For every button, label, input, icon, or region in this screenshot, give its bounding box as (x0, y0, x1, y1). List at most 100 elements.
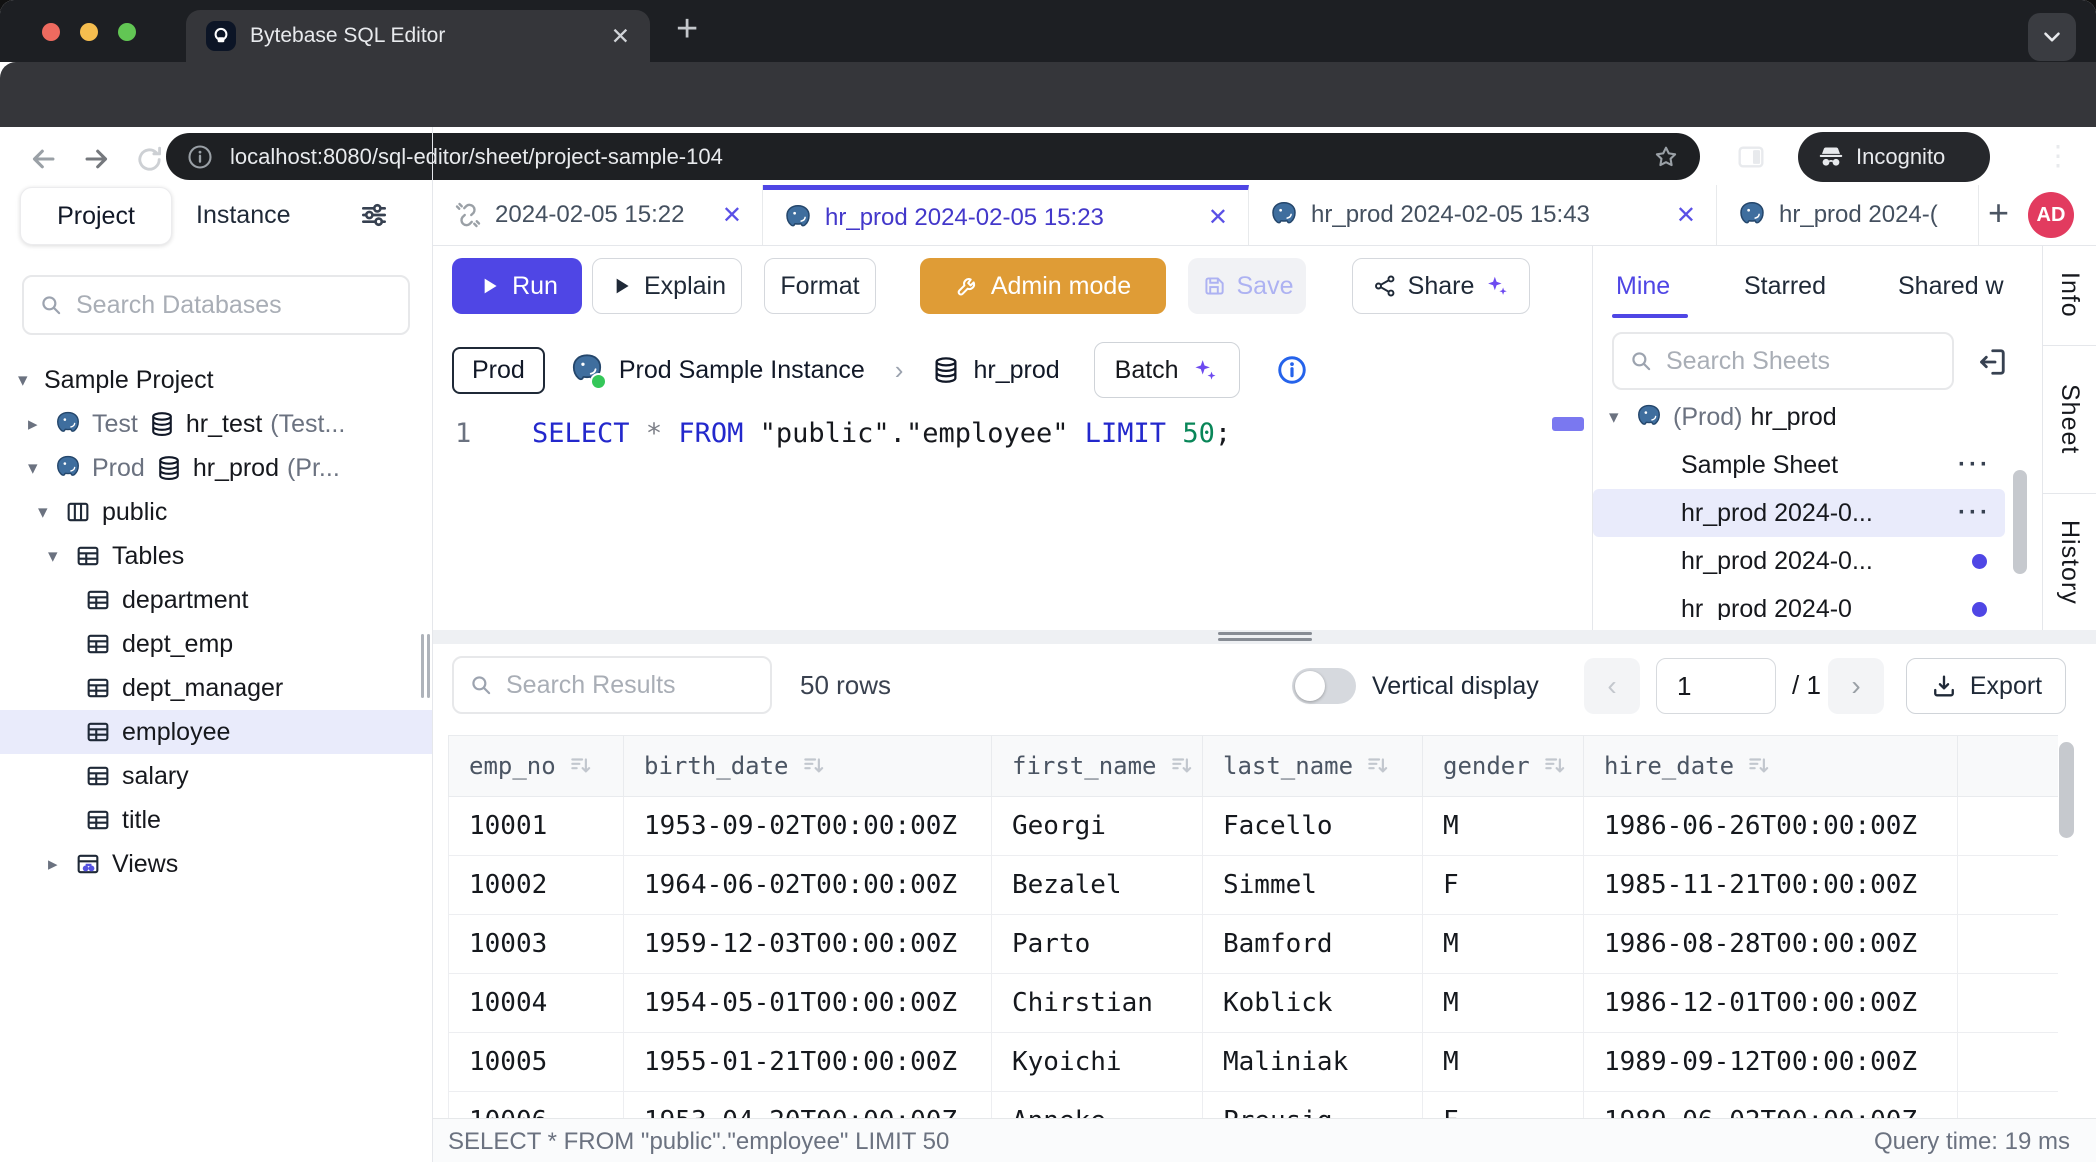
table-row[interactable]: 100041954-05-01T00:00:00ZChirstianKoblic… (449, 974, 2059, 1033)
database-tree-item[interactable]: ▾Sample Project (0, 358, 432, 402)
editor-scroll-indicator[interactable] (1552, 417, 1584, 431)
rail-tab-info[interactable]: Info (2043, 245, 2096, 345)
database-tree-item[interactable]: ▾Prodhr_prod(Pr... (0, 446, 432, 490)
explain-button[interactable]: Explain (592, 258, 742, 314)
database-tree-item[interactable]: salary (0, 754, 432, 798)
column-header[interactable]: last_name (1203, 736, 1423, 797)
previous-page-button[interactable]: ‹ (1584, 658, 1640, 714)
column-header[interactable]: first_name (992, 736, 1203, 797)
run-button[interactable]: Run (452, 258, 582, 314)
database-tree-item[interactable]: ▾public (0, 490, 432, 534)
more-actions-icon[interactable]: ··· (1958, 451, 1991, 479)
sheet-item[interactable]: Sample Sheet··· (1593, 441, 2005, 489)
back-icon[interactable] (26, 142, 60, 176)
worksheet-tab[interactable]: hr_prod 2024-02-05 15:43✕ (1249, 185, 1717, 245)
worksheet-tab[interactable]: 2024-02-05 15:22✕ (433, 185, 763, 245)
close-window-button[interactable] (42, 23, 60, 41)
caret-down-icon[interactable]: ▾ (28, 457, 54, 480)
sheet-item[interactable]: hr_prod 2024-0 (1593, 585, 2005, 620)
sort-icon[interactable] (568, 753, 594, 779)
worksheet-tab[interactable]: hr_prod 2024-( (1717, 185, 1979, 245)
browser-tab[interactable]: Bytebase SQL Editor ✕ (186, 10, 650, 62)
export-button[interactable]: Export (1906, 658, 2066, 714)
scrollbar-thumb[interactable] (2059, 742, 2074, 838)
sort-icon[interactable] (1542, 753, 1568, 779)
column-header[interactable]: emp_no (449, 736, 624, 797)
database-tree-item[interactable]: ▾Tables (0, 534, 432, 578)
database-search-input[interactable] (74, 290, 394, 321)
splitter-drag-handle[interactable] (1218, 632, 1312, 642)
sort-icon[interactable] (1746, 753, 1772, 779)
database-tree-item[interactable]: title (0, 798, 432, 842)
minimize-window-button[interactable] (80, 23, 98, 41)
caret-down-icon[interactable]: ▾ (1609, 406, 1635, 429)
database-tree-item[interactable]: dept_emp (0, 622, 432, 666)
tab-project[interactable]: Project (20, 187, 172, 245)
table-row[interactable]: 100021964-06-02T00:00:00ZBezalelSimmelF1… (449, 856, 2059, 915)
filter-settings-icon[interactable] (358, 199, 390, 231)
bookmark-star-icon[interactable] (1652, 143, 1680, 171)
database-tree-item[interactable]: ▸Testhr_test(Test... (0, 402, 432, 446)
rail-tab-sheet[interactable]: Sheet (2043, 345, 2096, 493)
address-bar[interactable]: localhost:8080/sql-editor/sheet/project-… (166, 133, 1700, 180)
column-header[interactable]: hire_date (1584, 736, 1958, 797)
side-panel-icon[interactable] (1734, 141, 1768, 173)
results-search-input[interactable] (504, 670, 756, 701)
sheet-search[interactable] (1612, 332, 1954, 390)
sidebar-resize-handle[interactable] (421, 634, 430, 698)
collapse-panel-icon[interactable] (1974, 344, 2010, 380)
caret-right-icon[interactable]: ▸ (28, 413, 54, 436)
environment-badge[interactable]: Prod (452, 347, 545, 394)
database-tree-item[interactable]: employee (0, 710, 432, 754)
table-row[interactable]: 100051955-01-21T00:00:00ZKyoichiMaliniak… (449, 1033, 2059, 1092)
close-worksheet-icon[interactable]: ✕ (1662, 201, 1696, 230)
save-button[interactable]: Save (1188, 258, 1306, 314)
worksheet-tab[interactable]: hr_prod 2024-02-05 15:23✕ (763, 185, 1249, 245)
tab-instance[interactable]: Instance (196, 187, 291, 243)
close-tab-icon[interactable]: ✕ (611, 23, 630, 50)
rail-tab-history[interactable]: History (2043, 493, 2096, 630)
column-header[interactable]: gender (1423, 736, 1584, 797)
more-actions-icon[interactable]: ··· (1958, 499, 1991, 527)
results-search[interactable] (452, 656, 772, 714)
share-button[interactable]: Share (1352, 258, 1530, 314)
database-tree-item[interactable]: dept_manager (0, 666, 432, 710)
tab-shared-with-me[interactable]: Shared w (1898, 272, 2040, 301)
tab-starred[interactable]: Starred (1744, 272, 1826, 301)
sort-icon[interactable] (801, 753, 827, 779)
sort-icon[interactable] (1169, 753, 1195, 779)
reload-icon[interactable] (134, 144, 165, 175)
site-info-icon[interactable] (186, 143, 214, 171)
batch-mode-button[interactable]: Batch (1094, 342, 1240, 398)
tab-search-button[interactable] (2028, 13, 2076, 61)
instance-name[interactable]: Prod Sample Instance (619, 356, 865, 385)
close-worksheet-icon[interactable]: ✕ (1194, 203, 1228, 232)
maximize-window-button[interactable] (118, 23, 136, 41)
database-tree-item[interactable]: ▸Views (0, 842, 432, 886)
forward-icon[interactable] (80, 142, 114, 176)
admin-mode-button[interactable]: Admin mode (920, 258, 1166, 314)
avatar[interactable]: AD (2028, 192, 2074, 238)
database-tree-item[interactable]: department (0, 578, 432, 622)
scrollbar-thumb[interactable] (2013, 470, 2027, 574)
caret-right-icon[interactable]: ▸ (48, 853, 74, 876)
sql-editor[interactable]: 1 SELECT * FROM "public"."employee" LIMI… (433, 404, 1591, 630)
page-number-input[interactable] (1656, 658, 1776, 714)
column-header[interactable]: birth_date (624, 736, 992, 797)
browser-menu-icon[interactable]: ⋮ (2044, 140, 2072, 172)
close-worksheet-icon[interactable]: ✕ (708, 201, 742, 230)
sort-icon[interactable] (1365, 753, 1391, 779)
database-name[interactable]: hr_prod (973, 356, 1059, 385)
new-tab-button[interactable]: + (676, 8, 698, 51)
new-worksheet-button[interactable]: + (1988, 192, 2009, 234)
next-page-button[interactable]: › (1828, 658, 1884, 714)
vertical-display-toggle[interactable] (1292, 668, 1356, 704)
format-button[interactable]: Format (764, 258, 876, 314)
caret-down-icon[interactable]: ▾ (38, 501, 64, 524)
table-row[interactable]: 100061953-04-20T00:00:00ZAnnekePreusigF1… (449, 1092, 2059, 1119)
table-row[interactable]: 100011953-09-02T00:00:00ZGeorgiFacelloM1… (449, 797, 2059, 856)
database-search[interactable] (22, 275, 410, 335)
sheet-item[interactable]: hr_prod 2024-0... (1593, 537, 2005, 585)
info-icon[interactable] (1276, 354, 1308, 386)
caret-down-icon[interactable]: ▾ (48, 545, 74, 568)
